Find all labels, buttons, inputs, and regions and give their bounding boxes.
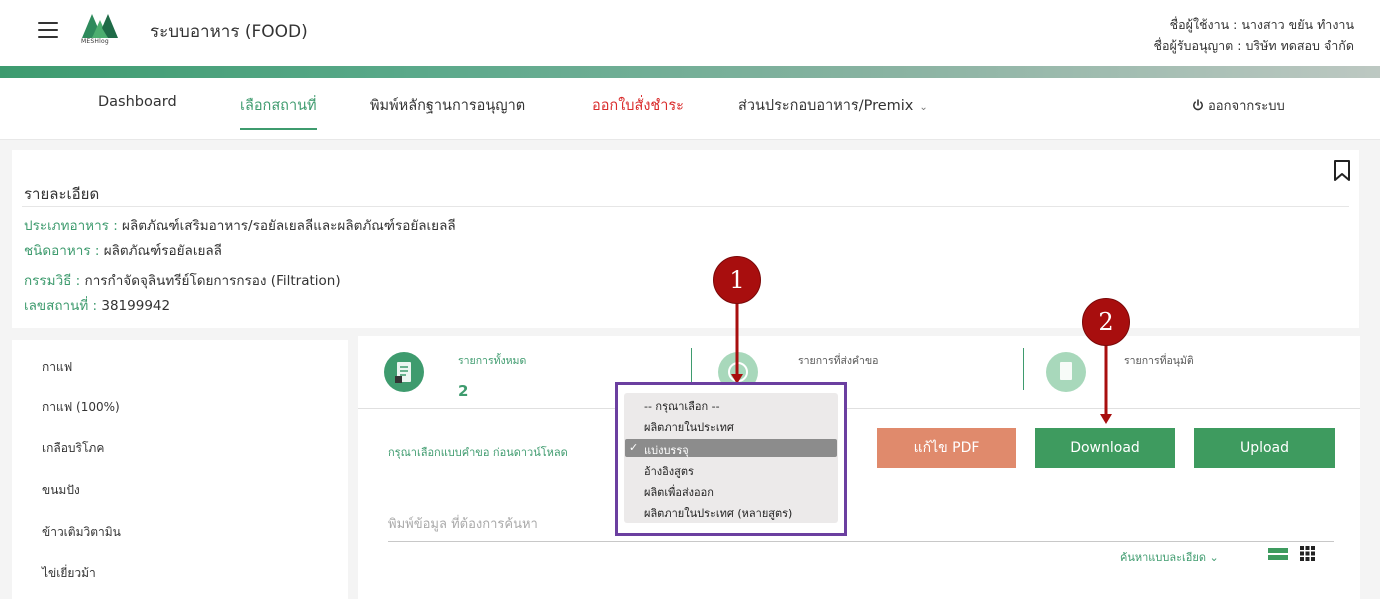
chevron-down-icon: ⌄: [1209, 551, 1219, 564]
logout-label: ออกจากระบบ: [1208, 99, 1285, 114]
bookmark-icon[interactable]: [1333, 160, 1351, 182]
stat-all-count: 2: [458, 382, 469, 400]
nav-dashboard[interactable]: Dashboard: [98, 94, 177, 110]
chevron-down-icon: ⌄: [919, 102, 928, 113]
user-info: ชื่อผู้ใช้งาน : นางสาว ขยัน ทำงาน ชื่อผู…: [1154, 14, 1355, 56]
logout-button[interactable]: ออกจากระบบ: [1192, 95, 1285, 116]
main-content: รายการทั้งหมด 2 รายการที่ส่งคำขอ รายการท…: [358, 336, 1360, 599]
form-type-dropdown[interactable]: -- กรุณาเลือก -- ผลิตภายในประเทศ ✓ แบ่งบ…: [615, 382, 847, 536]
detail-process: กรรมวิธี : การกำจัดจุลินทรีย์โดยการกรอง …: [24, 269, 341, 291]
sidebar-item-salt[interactable]: เกลือบริโภค: [42, 439, 104, 458]
advanced-search-link[interactable]: ค้นหาแบบละเอียด ⌄: [1120, 548, 1219, 566]
sidebar-item-coffee-100[interactable]: กาแฟ (100%): [42, 398, 120, 417]
detail-divider: [22, 206, 1349, 207]
option-repack[interactable]: แบ่งบรรจุ: [644, 441, 689, 459]
detail-food-category: ประเภทอาหาร : ผลิตภัณฑ์เสริมอาหาร/รอยัลเ…: [24, 214, 456, 236]
process-value: การกำจัดจุลินทรีย์โดยการกรอง (Filtration…: [80, 273, 341, 289]
stat-approved[interactable]: รายการที่อนุมัติ: [1024, 336, 1354, 409]
checkmark-icon: ✓: [629, 441, 639, 454]
hamburger-menu-icon[interactable]: [38, 22, 58, 38]
nav-payment-order[interactable]: ออกใบสั่งชำระ: [592, 94, 684, 117]
nav-premix-label: ส่วนประกอบอาหาร/Premix: [738, 98, 914, 114]
main-nav: Dashboard เลือกสถานที่ พิมพ์หลักฐานการอน…: [0, 78, 1380, 140]
sidebar-item-bread[interactable]: ขนมปัง: [42, 481, 80, 500]
app-title: ระบบอาหาร (FOOD): [150, 22, 308, 42]
advanced-search-label: ค้นหาแบบละเอียด: [1120, 551, 1206, 564]
food-type-label: ชนิดอาหาร :: [24, 243, 100, 259]
nav-select-location[interactable]: เลือกสถานที่: [240, 94, 317, 130]
upload-button[interactable]: Upload: [1194, 428, 1335, 468]
option-domestic-multi[interactable]: ผลิตภายในประเทศ (หลายสูตร): [644, 504, 792, 522]
option-domestic[interactable]: ผลิตภายในประเทศ: [644, 418, 734, 436]
logo-text: MESHlog: [81, 38, 109, 45]
page-root: MESHlog ระบบอาหาร (FOOD) ชื่อผู้ใช้งาน :…: [0, 0, 1380, 599]
callout-2: 2: [1082, 298, 1130, 346]
licensee-name: ชื่อผู้รับอนุญาต : บริษัท ทดสอบ จำกัด: [1153, 38, 1355, 53]
user-name: ชื่อผู้ใช้งาน : นางสาว ขยัน ทำงาน: [1169, 17, 1354, 32]
header-stripe: [0, 66, 1380, 78]
nav-premix[interactable]: ส่วนประกอบอาหาร/Premix ⌄: [738, 94, 928, 117]
document-icon: [384, 352, 424, 392]
food-category-value: ผลิตภัณฑ์เสริมอาหาร/รอยัลเยลลีและผลิตภัณ…: [117, 218, 456, 234]
detail-title: รายละเอียด: [24, 185, 100, 203]
detail-location-number: เลขสถานที่ : 38199942: [24, 294, 170, 316]
sidebar-item-century-egg[interactable]: ไข่เยี่ยวม้า: [42, 564, 96, 583]
stat-all-label: รายการทั้งหมด: [458, 355, 527, 367]
callout-1: 1: [713, 256, 761, 304]
option-reference-formula[interactable]: อ้างอิงสูตร: [644, 462, 694, 480]
stat-submitted-label: รายการที่ส่งคำขอ: [798, 355, 879, 367]
process-label: กรรมวิธี :: [24, 273, 81, 289]
option-please-select[interactable]: -- กรุณาเลือก --: [644, 397, 720, 415]
edit-pdf-button[interactable]: แก้ไข PDF: [877, 428, 1016, 468]
sidebar-item-vitamin-rice[interactable]: ข้าวเติมวิตามิน: [42, 523, 121, 542]
location-number-label: เลขสถานที่ :: [24, 298, 98, 314]
nav-print-license[interactable]: พิมพ์หลักฐานการอนุญาต: [370, 94, 525, 117]
detail-card: รายละเอียด ประเภทอาหาร : ผลิตภัณฑ์เสริมอ…: [12, 150, 1359, 328]
food-category-sidebar: กาแฟ กาแฟ (100%) เกลือบริโภค ขนมปัง ข้าว…: [12, 340, 348, 599]
stats-row: รายการทั้งหมด 2 รายการที่ส่งคำขอ รายการท…: [358, 336, 1360, 409]
detail-food-type: ชนิดอาหาร : ผลิตภัณฑ์รอยัลเยลลี: [24, 239, 222, 261]
search-input[interactable]: [388, 508, 1334, 542]
list-view-icon[interactable]: [1268, 548, 1288, 560]
food-type-value: ผลิตภัณฑ์รอยัลเยลลี: [99, 243, 222, 259]
meshlog-logo: [82, 14, 118, 38]
grid-view-icon[interactable]: [1300, 546, 1315, 561]
download-button[interactable]: Download: [1035, 428, 1175, 468]
document-check-icon: [1046, 352, 1086, 392]
dropdown-options: -- กรุณาเลือก -- ผลิตภายในประเทศ ✓ แบ่งบ…: [624, 393, 838, 523]
stat-approved-label: รายการที่อนุมัติ: [1124, 355, 1194, 367]
food-category-label: ประเภทอาหาร :: [24, 218, 118, 234]
form-select-label: กรุณาเลือกแบบคำขอ ก่อนดาวน์โหลด: [388, 446, 568, 459]
power-icon: [1193, 99, 1203, 111]
option-export[interactable]: ผลิตเพื่อส่งออก: [644, 483, 714, 501]
location-number-value: 38199942: [97, 298, 171, 314]
app-header: MESHlog ระบบอาหาร (FOOD) ชื่อผู้ใช้งาน :…: [0, 0, 1380, 68]
sidebar-item-coffee[interactable]: กาแฟ: [42, 358, 72, 377]
